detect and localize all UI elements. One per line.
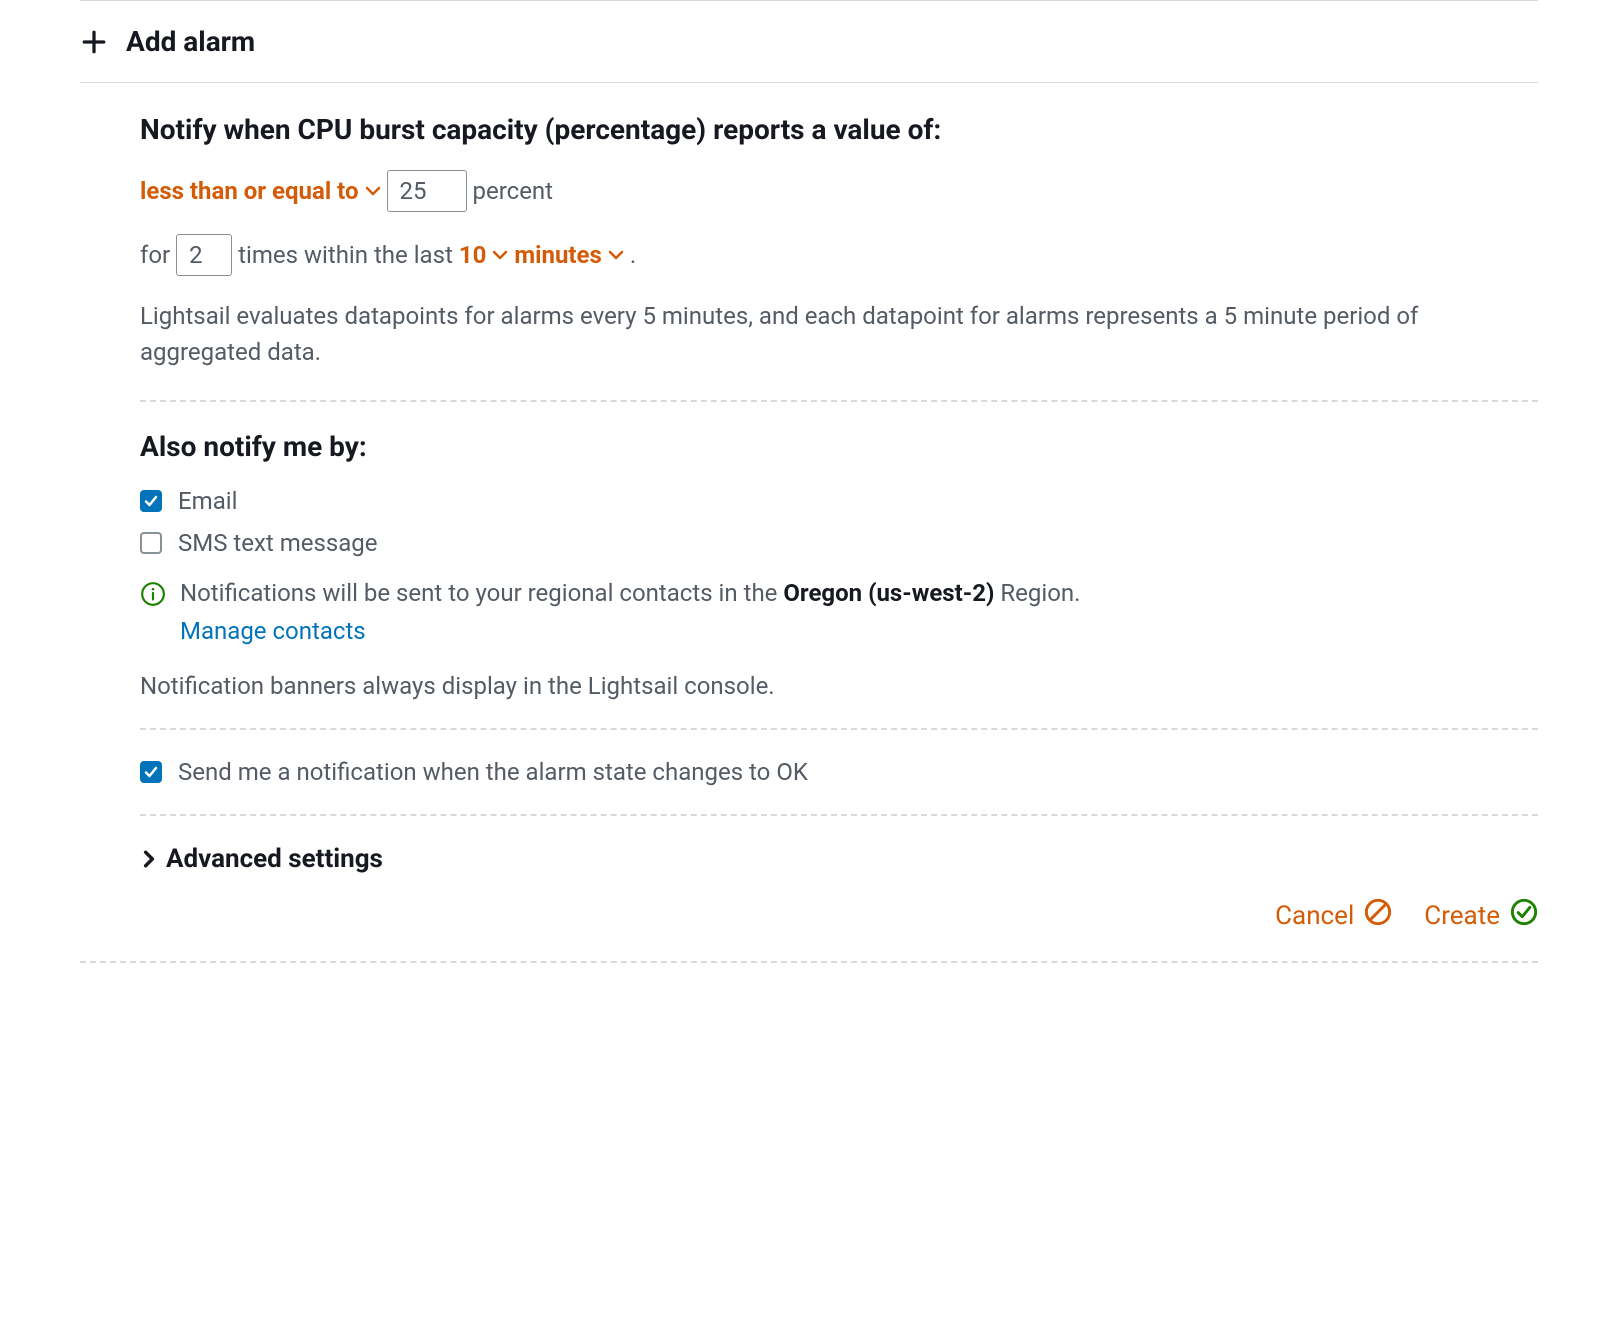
cancel-icon [1364, 898, 1392, 933]
region-notice-suffix: Region. [994, 579, 1080, 607]
region-name: Oregon (us-west-2) [783, 579, 994, 607]
times-input[interactable] [176, 234, 232, 276]
chevron-down-icon [365, 183, 381, 199]
period-value-dropdown[interactable]: 10 [459, 241, 509, 269]
notify-heading: Notify when CPU burst capacity (percenta… [140, 113, 1538, 146]
chevron-right-icon [140, 850, 158, 868]
period-unit-label: minutes [514, 241, 601, 269]
sms-checkbox[interactable] [140, 532, 162, 554]
create-label: Create [1424, 901, 1500, 931]
email-checkbox[interactable] [140, 490, 162, 512]
ok-notify-label: Send me a notification when the alarm st… [178, 758, 808, 786]
region-notice-prefix: Notifications will be sent to your regio… [180, 579, 783, 607]
chevron-down-icon [492, 247, 508, 263]
also-notify-heading: Also notify me by: [140, 430, 1538, 463]
add-alarm-label: Add alarm [126, 25, 255, 58]
manage-contacts-link[interactable]: Manage contacts [180, 615, 366, 649]
banner-note: Notification banners always display in t… [140, 672, 1538, 700]
divider [140, 400, 1538, 402]
operator-label: less than or equal to [140, 177, 359, 205]
threshold-input[interactable] [387, 170, 467, 212]
check-circle-icon [1510, 898, 1538, 933]
advanced-settings-label: Advanced settings [166, 844, 383, 874]
divider [140, 728, 1538, 730]
email-label: Email [178, 487, 237, 515]
sms-label: SMS text message [178, 529, 378, 557]
operator-dropdown[interactable]: less than or equal to [140, 177, 381, 205]
period-unit-dropdown[interactable]: minutes [514, 241, 623, 269]
eval-note: Lightsail evaluates datapoints for alarm… [140, 298, 1538, 370]
times-label: times within the last [238, 241, 453, 269]
info-icon [140, 581, 166, 607]
cancel-label: Cancel [1275, 901, 1354, 931]
unit-label: percent [473, 177, 554, 205]
bottom-divider [80, 961, 1538, 963]
ok-notify-checkbox[interactable] [140, 761, 162, 783]
add-alarm-button[interactable]: Add alarm [80, 1, 1538, 83]
divider [140, 814, 1538, 816]
create-button[interactable]: Create [1424, 898, 1538, 933]
period-value-label: 10 [459, 241, 487, 269]
period-suffix: . [630, 241, 636, 269]
for-label: for [140, 241, 170, 269]
plus-icon [80, 28, 108, 56]
advanced-settings-toggle[interactable]: Advanced settings [140, 844, 1538, 874]
cancel-button[interactable]: Cancel [1275, 898, 1392, 933]
chevron-down-icon [608, 247, 624, 263]
